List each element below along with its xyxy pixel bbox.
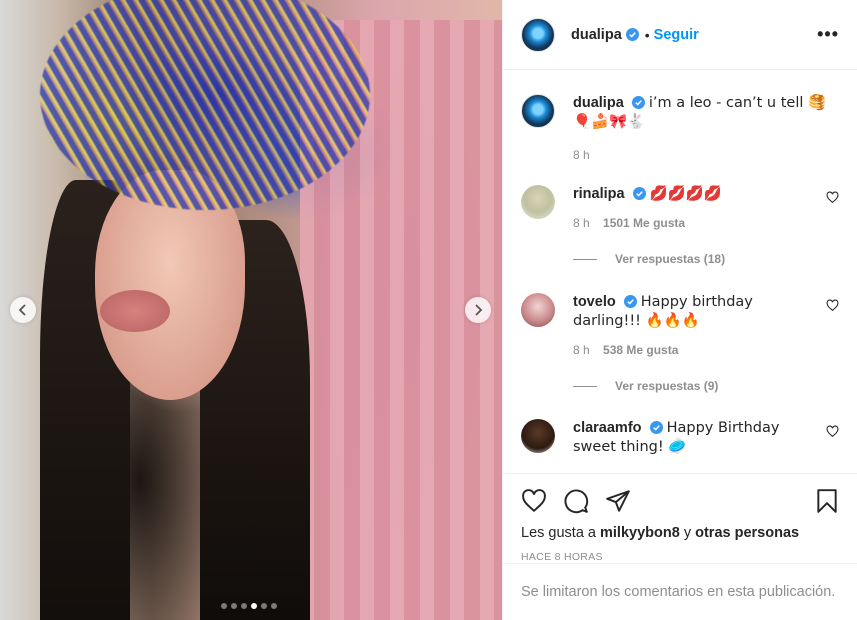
caption-username[interactable]: dualipa xyxy=(573,95,624,111)
avatar[interactable] xyxy=(521,185,555,219)
carousel-dot xyxy=(221,603,227,609)
replies-line xyxy=(573,258,597,260)
list-item: claraamfo Happy Birthday sweet thing! 🥏 xyxy=(521,419,843,457)
carousel-dot xyxy=(241,603,247,609)
comment-text: 💋💋💋💋 xyxy=(649,186,722,202)
replies-line xyxy=(573,385,597,387)
liked-by-and: y xyxy=(683,525,692,541)
carousel-prev-button[interactable] xyxy=(10,297,36,323)
avatar[interactable] xyxy=(521,293,555,327)
avatar[interactable] xyxy=(521,94,555,128)
carousel-indicator xyxy=(221,603,277,609)
comment-username[interactable]: tovelo xyxy=(573,294,616,310)
liked-by-text: Les gusta a milkyybon8 y otras personas xyxy=(521,525,840,541)
carousel-dot xyxy=(231,603,237,609)
more-options-button[interactable]: ••• xyxy=(817,24,839,45)
caption: dualipa i’m a leo - can’t u tell 🥞🎈🍰🎀🐇 8… xyxy=(521,94,843,162)
verified-badge-icon xyxy=(649,421,663,434)
post-photo[interactable] xyxy=(0,0,502,620)
comment-username[interactable]: rinalipa xyxy=(573,186,625,202)
comment-time[interactable]: 8 h xyxy=(573,216,590,230)
liked-by-others[interactable]: otras personas xyxy=(695,525,799,541)
verified-badge-icon xyxy=(631,96,645,109)
comment-username[interactable]: claraamfo xyxy=(573,420,642,436)
view-replies-label: Ver respuestas (18) xyxy=(615,252,726,266)
separator-dot: • xyxy=(644,26,650,43)
carousel-dot-active xyxy=(251,603,257,609)
caption-time[interactable]: 8 h xyxy=(573,148,590,162)
photo-lips-shape xyxy=(100,290,170,332)
like-comment-heart-icon[interactable] xyxy=(826,425,839,438)
verified-badge-icon xyxy=(625,28,639,41)
avatar[interactable] xyxy=(521,17,555,52)
comment-bubble-icon[interactable] xyxy=(563,488,589,514)
like-heart-icon[interactable] xyxy=(521,488,547,514)
list-item: rinalipa 💋💋💋💋 8 h 1501 Me gusta Ver resp… xyxy=(521,185,843,266)
follow-button[interactable]: Seguir xyxy=(654,27,699,43)
liked-by-user[interactable]: milkyybon8 xyxy=(600,525,680,541)
post-actions: Les gusta a milkyybon8 y otras personas … xyxy=(503,473,857,563)
post-timestamp[interactable]: HACE 8 HORAS xyxy=(521,551,840,563)
list-item: tovelo Happy birthday darling!!! 🔥🔥🔥 8 h… xyxy=(521,293,843,393)
liked-by-prefix: Les gusta a xyxy=(521,525,596,541)
avatar[interactable] xyxy=(521,419,555,453)
verified-badge-icon xyxy=(623,295,637,308)
comment-time[interactable]: 8 h xyxy=(573,343,590,357)
comments-limited-notice: Se limitaron los comentarios en esta pub… xyxy=(503,563,857,620)
header-username[interactable]: dualipa xyxy=(571,27,622,43)
share-send-icon[interactable] xyxy=(605,488,631,514)
chevron-right-icon xyxy=(475,304,483,316)
carousel-dot xyxy=(271,603,277,609)
like-comment-heart-icon[interactable] xyxy=(826,191,839,204)
post-sidebar: dualipa • Seguir ••• dualipa i’m a leo -… xyxy=(502,0,857,620)
post-header: dualipa • Seguir ••• xyxy=(503,0,857,70)
view-replies-button[interactable]: Ver respuestas (18) xyxy=(573,252,843,266)
view-replies-label: Ver respuestas (9) xyxy=(615,379,719,393)
carousel-dot xyxy=(261,603,267,609)
comment-likes[interactable]: 538 Me gusta xyxy=(603,343,678,357)
carousel-next-button[interactable] xyxy=(465,297,491,323)
comment-likes[interactable]: 1501 Me gusta xyxy=(603,216,685,230)
verified-badge-icon xyxy=(632,187,646,200)
like-comment-heart-icon[interactable] xyxy=(826,299,839,312)
comments-list[interactable]: dualipa i’m a leo - can’t u tell 🥞🎈🍰🎀🐇 8… xyxy=(503,70,857,473)
chevron-left-icon xyxy=(18,304,26,316)
bookmark-save-icon[interactable] xyxy=(814,488,840,514)
view-replies-button[interactable]: Ver respuestas (9) xyxy=(573,379,843,393)
